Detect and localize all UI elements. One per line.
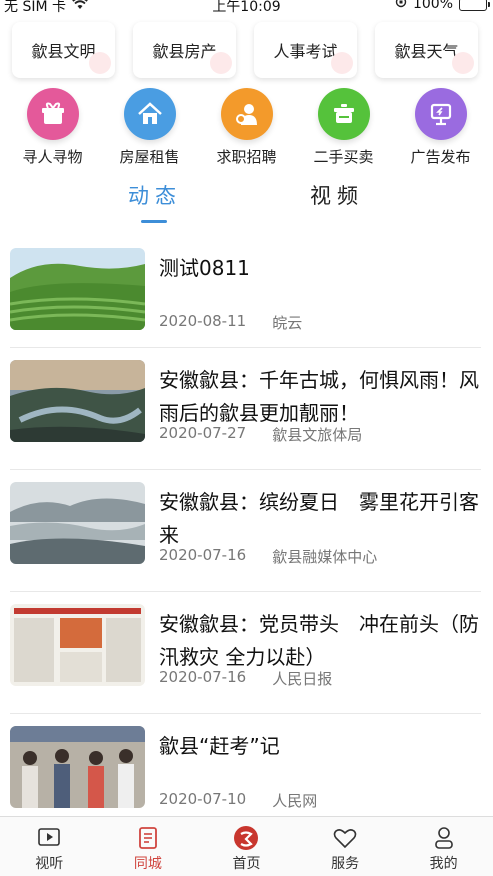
quick-links: 歙县文明 歙县房产 人事考试 歙县天气 xyxy=(12,22,493,78)
news-title: 歙县“赶考”记 xyxy=(159,734,280,758)
news-list: 测试0811 2020-08-11 皖云 安徽歙县：千年古城，何惧风雨！风雨后的… xyxy=(0,236,493,836)
news-thumbnail-misty-mountain xyxy=(10,482,145,564)
cooking-pot-icon xyxy=(317,88,370,140)
news-thumbnail-tea-field xyxy=(10,248,145,330)
tab-dynamic[interactable]: 动态 xyxy=(128,180,182,210)
tab-indicator xyxy=(141,220,167,223)
news-date: 2020-08-11 xyxy=(159,312,247,330)
nav-item-services[interactable]: 服务 xyxy=(296,817,395,876)
news-source: 人民网 xyxy=(272,792,318,810)
service-grid: 寻人寻物 房屋租售 求职招聘 二手买卖 广告发布 xyxy=(0,88,493,167)
service-advertise[interactable]: 广告发布 xyxy=(393,88,489,167)
news-title: 安徽歙县：缤纷夏日 雾里花开引客来 xyxy=(159,490,479,547)
quick-link-housing[interactable]: 歙县房产 xyxy=(133,22,236,78)
nav-item-home[interactable]: 首页 xyxy=(197,817,296,876)
quick-link-civilization[interactable]: 歙县文明 xyxy=(12,22,115,78)
service-lost-found[interactable]: 寻人寻物 xyxy=(5,88,101,167)
quick-link-exams[interactable]: 人事考试 xyxy=(254,22,357,78)
nav-item-local[interactable]: 同城 xyxy=(99,817,198,876)
news-source: 歙县融媒体中心 xyxy=(272,548,378,566)
tab-video[interactable]: 视频 xyxy=(310,180,364,210)
nav-item-me[interactable]: 我的 xyxy=(394,817,493,876)
news-item[interactable]: 安徽歙县：党员带头 冲在前头（防汛救灾 全力以赴） 2020-07-16 人民日… xyxy=(10,592,481,714)
news-title: 安徽歙县：千年古城，何惧风雨！风雨后的歙县更加靓丽！ xyxy=(159,368,479,425)
status-bar: 无 SIM 卡 上午10:09 100% xyxy=(0,0,493,15)
battery-percent: 100% xyxy=(412,0,453,12)
job-person-icon xyxy=(220,88,273,140)
news-source: 皖云 xyxy=(272,314,303,332)
news-item[interactable]: 测试0811 2020-08-11 皖云 xyxy=(10,236,481,348)
service-housing[interactable]: 房屋租售 xyxy=(102,88,198,167)
user-icon xyxy=(431,825,457,851)
play-icon xyxy=(36,825,62,851)
content-tabs: 动态 视频 xyxy=(0,180,493,223)
house-icon xyxy=(123,88,176,140)
news-date: 2020-07-16 xyxy=(159,668,247,686)
news-item[interactable]: 安徽歙县：缤纷夏日 雾里花开引客来 2020-07-16 歙县融媒体中心 xyxy=(10,470,481,592)
heart-service-icon xyxy=(332,825,358,851)
bottom-nav: 视听 同城 首页 服务 我的 xyxy=(0,816,493,876)
news-date: 2020-07-27 xyxy=(159,424,247,442)
news-title: 安徽歙县：党员带头 冲在前头（防汛救灾 全力以赴） xyxy=(159,612,479,669)
news-thumbnail-river-valley xyxy=(10,360,145,442)
nav-item-audiovisual[interactable]: 视听 xyxy=(0,817,99,876)
service-secondhand[interactable]: 二手买卖 xyxy=(296,88,392,167)
billboard-icon xyxy=(414,88,467,140)
service-jobs[interactable]: 求职招聘 xyxy=(199,88,295,167)
orientation-lock-icon xyxy=(395,0,407,12)
news-thumbnail-newspaper xyxy=(10,604,145,686)
document-icon xyxy=(135,825,161,851)
news-source: 人民日报 xyxy=(272,670,333,688)
battery-icon xyxy=(459,0,490,11)
news-date: 2020-07-16 xyxy=(159,546,247,564)
news-source: 歙县文旅体局 xyxy=(272,426,363,444)
home-logo-icon xyxy=(233,825,259,851)
news-date: 2020-07-10 xyxy=(159,790,247,808)
news-item[interactable]: 安徽歙县：千年古城，何惧风雨！风雨后的歙县更加靓丽！ 2020-07-27 歙县… xyxy=(10,348,481,470)
news-thumbnail-crowd xyxy=(10,726,145,808)
quick-link-weather[interactable]: 歙县天气 xyxy=(375,22,478,78)
gift-box-icon xyxy=(26,88,79,140)
news-title: 测试0811 xyxy=(159,256,250,280)
